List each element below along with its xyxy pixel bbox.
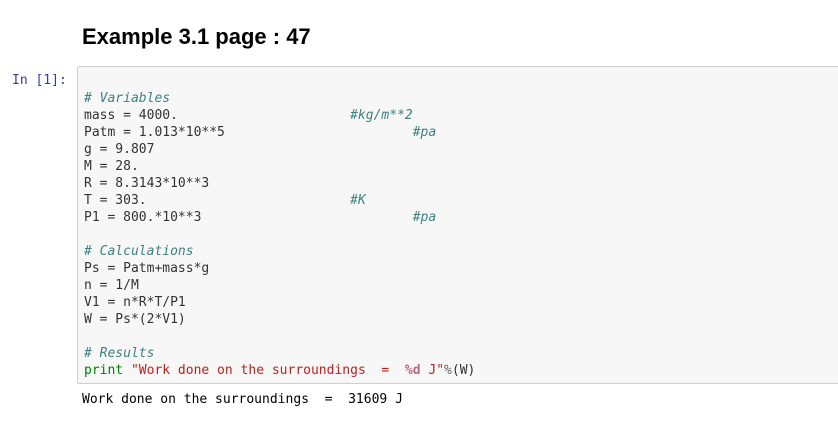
code-line-W: W = Ps*(2*V1) bbox=[84, 312, 186, 327]
print-string-start: "Work done on the surroundings = bbox=[130, 363, 405, 378]
code-line-n: n = 1/M bbox=[84, 278, 139, 293]
code-line-patm: Patm = 1.013*10**5 bbox=[84, 125, 225, 140]
comment-results: # Results bbox=[84, 346, 155, 361]
code-cell-input[interactable]: # Variables mass = 4000. #kg/m**2 Patm =… bbox=[77, 66, 838, 384]
code-line-V1: V1 = n*R*T/P1 bbox=[84, 295, 186, 310]
code-line-mass: mass = 4000. bbox=[84, 108, 178, 123]
comment-calculations: # Calculations bbox=[84, 244, 194, 259]
code-line-g: g = 9.807 bbox=[84, 142, 155, 157]
print-format-specifier: %d bbox=[404, 363, 421, 378]
print-string-end: J" bbox=[420, 363, 445, 378]
code-line-Ps: Ps = Patm+mass*g bbox=[84, 261, 210, 276]
comment-P1: #pa bbox=[412, 210, 437, 225]
code-line-P1: P1 = 800.*10**3 bbox=[84, 210, 202, 225]
code-line-R: R = 8.3143*10**3 bbox=[84, 176, 210, 191]
cell-output: Work done on the surroundings = 31609 J bbox=[82, 392, 403, 407]
print-keyword: print bbox=[84, 363, 124, 378]
comment-T: #K bbox=[350, 193, 366, 208]
print-args: (W) bbox=[451, 363, 476, 378]
comment-variables: # Variables bbox=[84, 91, 171, 106]
comment-patm: #pa bbox=[412, 125, 437, 140]
code-editor[interactable]: # Variables mass = 4000. #kg/m**2 Patm =… bbox=[84, 90, 475, 379]
code-line-T: T = 303. bbox=[84, 193, 147, 208]
cell-heading: Example 3.1 page : 47 bbox=[82, 24, 311, 49]
comment-mass: #kg/m**2 bbox=[350, 108, 413, 123]
code-line-M: M = 28. bbox=[84, 159, 139, 174]
print-operator: % bbox=[444, 363, 452, 378]
input-prompt: In [1]: bbox=[12, 73, 67, 88]
